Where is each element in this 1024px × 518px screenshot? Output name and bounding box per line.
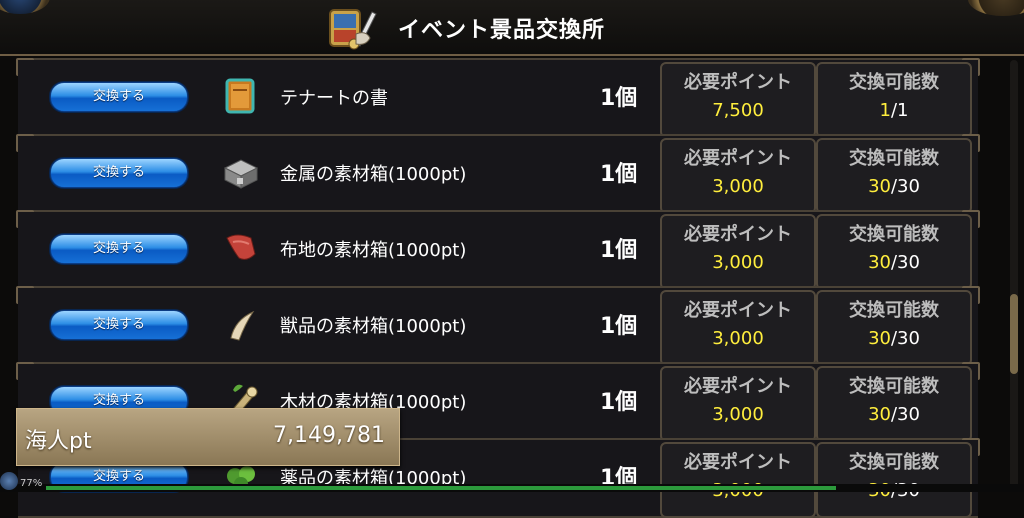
exchange-row: 交換する 金属の素材箱(1000pt) 1個 必要ポイント 3,000 交換可能…	[16, 134, 980, 214]
exchange-button[interactable]: 交換する	[50, 234, 188, 264]
page-title: イベント景品交換所	[398, 18, 606, 43]
progress-bar	[46, 486, 836, 490]
item-name: 布地の素材箱(1000pt)	[280, 240, 467, 261]
exchange-limit-label: 交換可能数	[849, 376, 939, 397]
required-points-cell: 必要ポイント 3,000	[660, 366, 816, 442]
exchange-limit-cell: 交換可能数 30/30	[816, 366, 972, 442]
exchange-limit-max: /1	[890, 100, 909, 121]
item-name: テナートの書	[280, 88, 388, 109]
item-quantity: 1個	[600, 86, 638, 111]
required-points-label: 必要ポイント	[684, 376, 792, 397]
exchange-row: 交換する テナートの書 1個 必要ポイント 7,500 交換可能数 1/1	[16, 58, 980, 138]
exchange-limit-cell: 交換可能数 30/30	[816, 214, 972, 290]
shop-weapon-icon	[326, 4, 378, 52]
required-points-label: 必要ポイント	[684, 300, 792, 321]
exchange-limit-current: 30	[868, 328, 891, 349]
menu-orb-right-icon[interactable]	[968, 0, 1024, 16]
exchange-limit-max: /30	[890, 404, 920, 425]
metal-box-icon	[221, 152, 261, 192]
exchange-limit-label: 交換可能数	[849, 224, 939, 245]
exchange-limit-current: 30	[868, 252, 891, 273]
menu-orb-icon[interactable]	[0, 0, 50, 14]
exchange-limit-max: /30	[890, 252, 920, 273]
required-points-cell: 必要ポイント 7,500	[660, 62, 816, 138]
exchange-button[interactable]: 交換する	[50, 82, 188, 112]
exchange-limit-cell: 交換可能数 30/30	[816, 290, 972, 366]
required-points-label: 必要ポイント	[684, 452, 792, 473]
list-scrollbar[interactable]	[1010, 60, 1018, 488]
exchange-limit-value: 30/30	[818, 176, 970, 197]
required-points-cell: 必要ポイント 3,000	[660, 290, 816, 366]
item-name: 獣品の素材箱(1000pt)	[280, 316, 467, 337]
exchange-limit-label: 交換可能数	[849, 148, 939, 169]
exchange-limit-current: 30	[868, 176, 891, 197]
required-points-cell: 必要ポイント 3,000	[660, 138, 816, 214]
exchange-limit-cell: 交換可能数 30/30	[816, 138, 972, 214]
exchange-limit-max: /30	[890, 328, 920, 349]
exchange-button[interactable]: 交換する	[50, 310, 188, 340]
required-points-label: 必要ポイント	[684, 224, 792, 245]
required-points-value: 3,000	[712, 252, 764, 273]
exchange-row: 交換する 布地の素材箱(1000pt) 1個 必要ポイント 3,000 交換可能…	[16, 210, 980, 290]
required-points-label: 必要ポイント	[684, 72, 792, 93]
item-quantity: 1個	[600, 390, 638, 415]
item-quantity: 1個	[600, 162, 638, 187]
book-icon	[221, 76, 261, 116]
required-points-label: 必要ポイント	[684, 148, 792, 169]
exchange-button[interactable]: 交換する	[50, 158, 188, 188]
cloth-icon	[221, 228, 261, 268]
required-points-value: 7,500	[712, 100, 764, 121]
status-orb-icon	[0, 472, 18, 490]
exchange-limit-current: 1	[879, 100, 891, 121]
exchange-limit-label: 交換可能数	[849, 452, 939, 473]
item-name: 金属の素材箱(1000pt)	[280, 164, 467, 185]
exchange-limit-current: 30	[868, 404, 891, 425]
exchange-limit-value: 30/30	[818, 328, 970, 349]
fang-icon	[221, 304, 261, 344]
points-balance-panel: 海人pt 7,149,781	[16, 408, 400, 466]
exchange-limit-value: 30/30	[818, 404, 970, 425]
required-points-value: 3,000	[712, 404, 764, 425]
exchange-limit-label: 交換可能数	[849, 300, 939, 321]
exchange-limit-max: /30	[890, 176, 920, 197]
header-bar: イベント景品交換所	[0, 0, 1024, 56]
points-balance-value: 7,149,781	[273, 423, 385, 448]
item-quantity: 1個	[600, 314, 638, 339]
exchange-limit-cell: 交換可能数 1/1	[816, 62, 972, 138]
required-points-cell: 必要ポイント 3,000	[660, 442, 816, 518]
item-quantity: 1個	[600, 238, 638, 263]
exchange-limit-value: 1/1	[818, 100, 970, 121]
exchange-row: 交換する 獣品の素材箱(1000pt) 1個 必要ポイント 3,000 交換可能…	[16, 286, 980, 366]
required-points-value: 3,000	[712, 176, 764, 197]
progress-percent: 77%	[20, 478, 43, 489]
scrollbar-thumb[interactable]	[1010, 294, 1018, 374]
exchange-limit-cell: 交換可能数 30/30	[816, 442, 972, 518]
points-balance-label: 海人pt	[25, 429, 92, 454]
required-points-value: 3,000	[712, 328, 764, 349]
required-points-cell: 必要ポイント 3,000	[660, 214, 816, 290]
exchange-limit-label: 交換可能数	[849, 72, 939, 93]
exchange-limit-value: 30/30	[818, 252, 970, 273]
